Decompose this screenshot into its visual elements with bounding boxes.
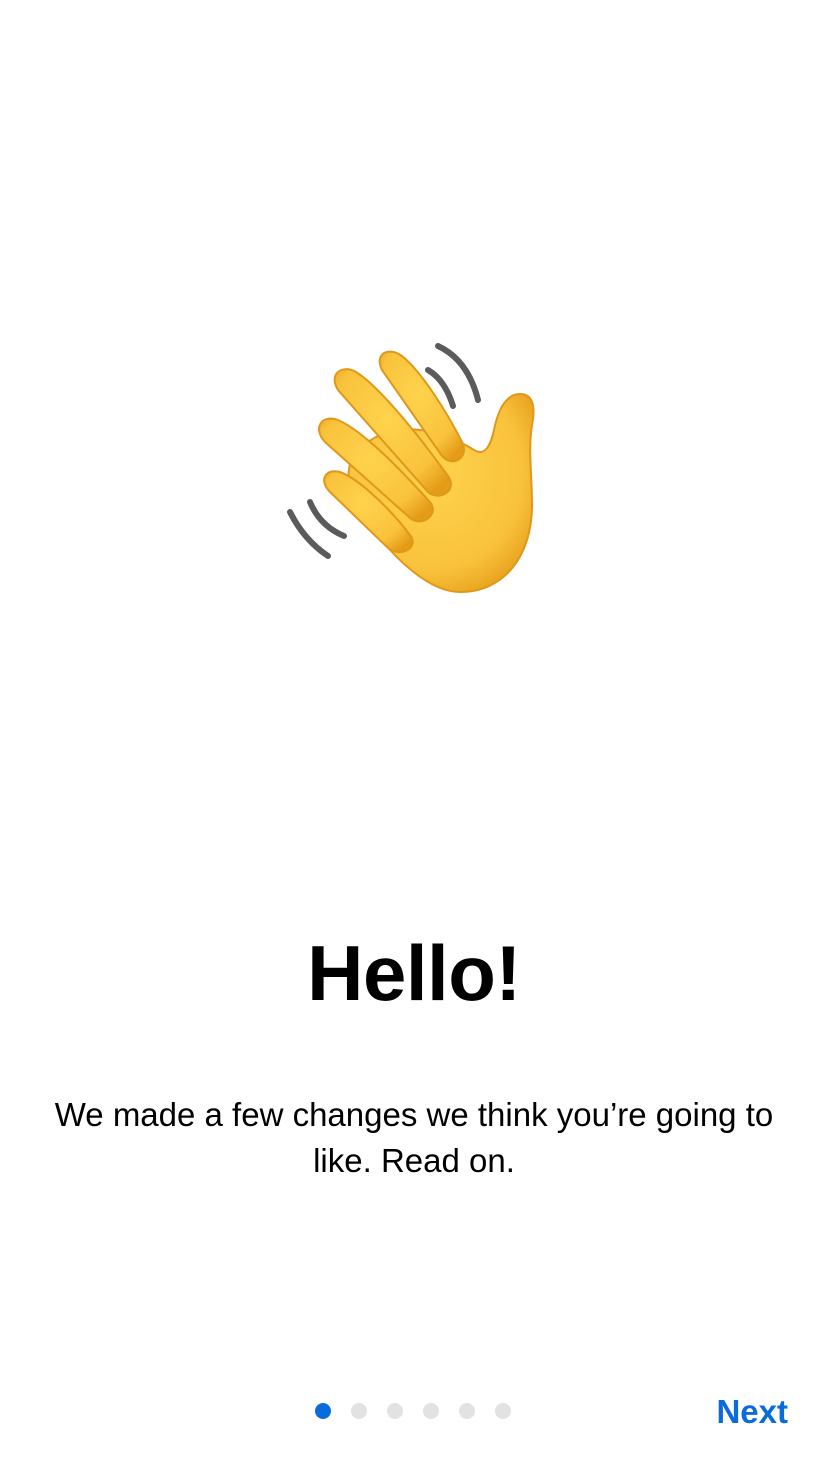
page-dot-3[interactable]	[387, 1403, 403, 1419]
onboarding-screen: Hello! We made a few changes we think yo…	[0, 0, 828, 1472]
page-dot-2[interactable]	[351, 1403, 367, 1419]
waving-hand-icon	[270, 330, 560, 610]
page-dot-1[interactable]	[315, 1403, 331, 1419]
page-dot-4[interactable]	[423, 1403, 439, 1419]
page-dot-6[interactable]	[495, 1403, 511, 1419]
next-button[interactable]: Next	[716, 1390, 788, 1434]
intro-message: We made a few changes we think you’re go…	[54, 1096, 774, 1179]
page-indicator[interactable]	[315, 1403, 511, 1419]
page-title: Hello!	[307, 929, 521, 1017]
page-dot-5[interactable]	[459, 1403, 475, 1419]
